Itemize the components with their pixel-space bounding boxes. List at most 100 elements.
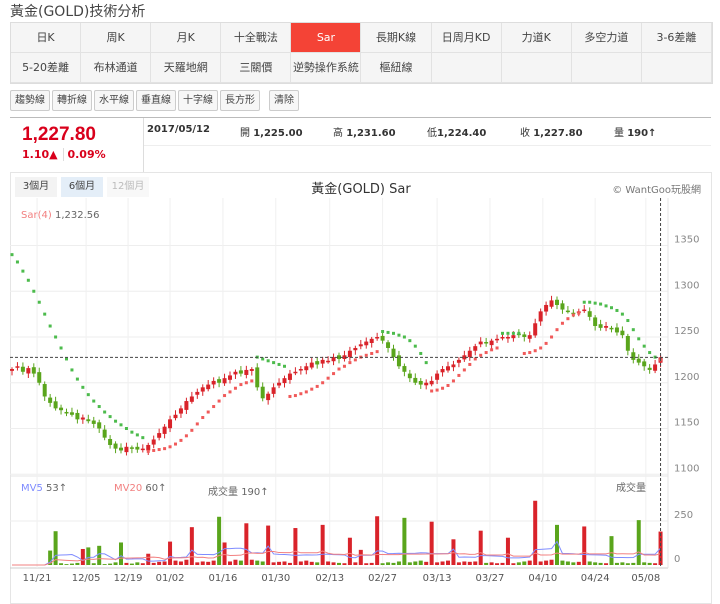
candle-down [59,407,64,411]
candle-down [255,367,260,388]
candle-up [538,311,543,322]
sar-dot [342,364,346,368]
candle-up [440,369,445,373]
candle-up [435,373,440,380]
sar-dot [65,357,68,361]
sar-dot [97,405,101,409]
sar-dot [631,328,635,332]
x-tick-label: 12/19 [114,573,143,584]
candle-up [140,448,145,451]
sar-dot [457,373,461,377]
volume-bar [200,561,205,565]
volume-bar [140,563,145,565]
sar-dot [582,300,586,304]
sar-dot [326,376,330,380]
mv5-value: 53↑ [46,483,68,494]
candle-down [48,397,53,403]
candle-up [500,337,505,339]
volume-bar [375,516,380,565]
sar-dot [179,438,183,442]
volume-bar [102,564,107,565]
volume-bar [598,562,603,565]
volume-bar [315,562,320,565]
sar-dot [130,430,134,434]
candle-up [369,338,374,344]
candle-up [233,371,238,375]
sar-dot [32,289,36,293]
volume-bar [582,526,587,565]
volume-legend: 成交量 190↑ [208,483,269,498]
sar-dot [577,311,581,315]
candle-down [587,311,592,317]
sar-dot [190,428,194,432]
volume-bar [86,547,91,565]
sar-dot [560,321,564,325]
candle-up [15,366,20,368]
candle-up [451,364,456,368]
candle-down [560,303,565,310]
volume-bar [64,564,69,565]
sar-dot [217,399,221,403]
candle-down [37,372,42,383]
volume-bar [647,562,652,565]
candle-down [631,352,636,360]
x-tick-label: 01/02 [156,573,185,584]
candle-up [304,366,309,371]
volume-bar [266,525,271,565]
candle-down [64,411,69,414]
sar-dot [599,302,603,306]
sar-dot [446,383,450,387]
candle-down [217,379,222,383]
candle-down [402,366,407,372]
volume-bar [298,561,303,565]
volume-bar [233,559,238,565]
volume-bar [380,563,385,565]
sar-dot [533,349,537,353]
candle-up [206,384,211,390]
x-tick-label: 03/13 [423,573,452,584]
candle-up [293,371,298,374]
volume-bar [217,516,222,565]
sar-dot [479,353,483,357]
volume-bar [386,562,391,565]
volume-bar [260,561,265,565]
volume-bar [309,561,314,565]
candle-up [244,369,249,375]
sar-dot [261,357,265,361]
candle-down [484,342,489,344]
candle-up [511,335,516,339]
sar-dot [48,324,52,328]
candle-up [249,369,254,371]
sar-dot [511,331,515,335]
sar-chart[interactable]: 1100 1150 1200 1250 1300 1350 0 250 11/21 12/05 12… [0,0,720,594]
volume-bar [413,561,418,565]
sar-dot [473,357,477,361]
candle-up [495,338,500,341]
sar-dot [239,383,243,387]
sar-dot [424,361,428,365]
volume-bar [353,562,358,565]
sar-dot [168,445,172,449]
sar-dot [288,394,292,398]
volume-legend-label: 成交量 [208,487,238,498]
volume-bar [456,562,461,565]
sar-dot [146,449,150,453]
volume-bar [75,562,80,565]
volume-bar [157,561,162,565]
volume-bar [69,563,74,565]
sar-dot [435,388,439,392]
volume-legend-value: 190↑ [241,487,269,498]
sar-dot [37,300,41,304]
candle-down [565,310,570,313]
volume-bar [505,537,510,565]
candle-up [456,359,461,363]
candle-down [386,342,391,348]
sar-dot [206,410,210,414]
sar-dot [75,377,79,381]
sar-dot [550,335,554,339]
sar-dot [642,344,646,348]
candle-down [636,358,641,363]
volume-bar [277,561,282,565]
sar-dot [54,335,58,339]
volume-bar [59,563,64,565]
